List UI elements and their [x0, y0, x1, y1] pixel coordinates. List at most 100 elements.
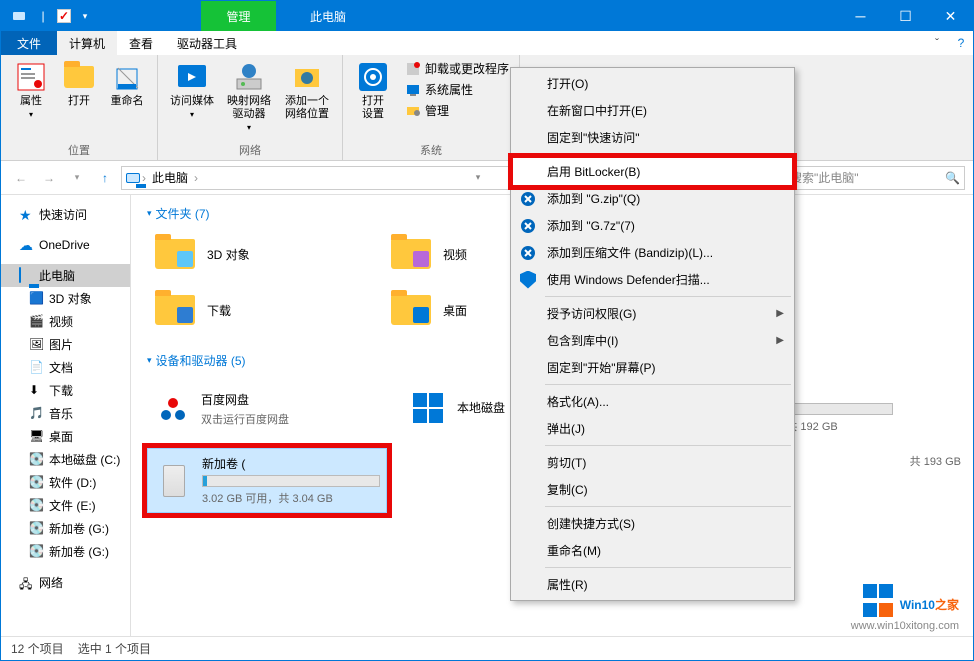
status-bar: 12 个项目 选中 1 个项目: [1, 636, 973, 660]
tree-item-icon: 🎬: [29, 314, 45, 330]
tree-item-icon: 💽: [29, 498, 45, 514]
back-button[interactable]: ←: [9, 166, 33, 190]
pc-icon: [19, 268, 35, 284]
tree-quick-access[interactable]: ★快速访问: [1, 203, 130, 226]
windows-logo-icon: [863, 584, 893, 620]
tree-network[interactable]: 🖧网络: [1, 571, 130, 594]
tree-item[interactable]: 💽新加卷 (G:): [1, 540, 130, 563]
help-icon[interactable]: ?: [949, 31, 973, 55]
menu-item[interactable]: 剪切(T): [513, 449, 792, 476]
drive-icon: [154, 461, 194, 501]
menu-item[interactable]: 启用 BitLocker(B): [513, 158, 792, 185]
history-dropdown-icon[interactable]: ▾: [65, 166, 89, 190]
tree-item-icon: 📄: [29, 360, 45, 376]
manage-button[interactable]: 管理: [403, 101, 511, 120]
explorer-body: ★快速访问 ☁OneDrive 此电脑 🟦3D 对象🎬视频🖼图片📄文档⬇下载🎵音…: [1, 195, 973, 637]
tab-file[interactable]: 文件: [1, 31, 57, 55]
open-button[interactable]: 打开: [57, 59, 101, 110]
tree-item[interactable]: 💽新加卷 (G:): [1, 517, 130, 540]
qat-dropdown-icon[interactable]: ▾: [75, 6, 95, 26]
tree-item[interactable]: 💽软件 (D:): [1, 471, 130, 494]
chevron-right-icon[interactable]: ›: [142, 171, 146, 185]
maximize-button[interactable]: ☐: [883, 1, 928, 31]
tree-item[interactable]: 💽文件 (E:): [1, 494, 130, 517]
breadcrumb-root[interactable]: 此电脑: [148, 169, 192, 186]
folder-item[interactable]: 下载: [147, 286, 367, 334]
menu-item[interactable]: 包含到库中(I)▶: [513, 327, 792, 354]
ribbon-tabs: 文件 计算机 查看 驱动器工具 ˇ ?: [1, 31, 973, 55]
shield-icon: [519, 271, 537, 289]
menu-item[interactable]: 格式化(A)...: [513, 388, 792, 415]
menu-item[interactable]: 固定到"开始"屏幕(P): [513, 354, 792, 381]
tree-item[interactable]: 📄文档: [1, 356, 130, 379]
address-bar: ← → ▾ ↑ › 此电脑 › ▾ ↻ 搜索"此电脑" 🔍: [1, 161, 973, 195]
tree-item-icon: 💽: [29, 452, 45, 468]
menu-item[interactable]: 属性(R): [513, 571, 792, 598]
menu-item[interactable]: 打开(O): [513, 70, 792, 97]
menu-separator: [545, 154, 791, 155]
tree-item[interactable]: 🖼图片: [1, 333, 130, 356]
drive-icon: [409, 389, 449, 429]
menu-item[interactable]: 重命名(M): [513, 537, 792, 564]
tree-onedrive[interactable]: ☁OneDrive: [1, 234, 130, 256]
tree-this-pc[interactable]: 此电脑: [1, 264, 130, 287]
qat-checkbox-icon[interactable]: ✓: [57, 9, 71, 23]
quick-access-toolbar: | ✓ ▾: [9, 6, 95, 26]
menu-item[interactable]: 在新窗口中打开(E): [513, 97, 792, 124]
folder-item[interactable]: 3D 对象: [147, 230, 367, 278]
add-network-location-button[interactable]: 添加一个 网络位置: [280, 59, 334, 123]
tree-item-icon: ⬇: [29, 383, 45, 399]
network-icon: 🖧: [19, 575, 35, 591]
tab-view[interactable]: 查看: [117, 31, 165, 55]
uninstall-button[interactable]: 卸载或更改程序: [403, 59, 511, 78]
chevron-down-icon: ▾: [147, 355, 152, 366]
tree-item[interactable]: ⬇下载: [1, 379, 130, 402]
drive-item[interactable]: 新加卷 (3.02 GB 可用，共 3.04 GB: [147, 448, 387, 513]
chevron-right-icon: ▶: [776, 335, 784, 346]
chevron-right-icon[interactable]: ›: [194, 171, 198, 185]
up-button[interactable]: ↑: [93, 166, 117, 190]
ribbon-collapse-icon[interactable]: ˇ: [925, 31, 949, 55]
menu-separator: [545, 445, 791, 446]
tab-drive-tools[interactable]: 驱动器工具: [165, 31, 249, 55]
menu-item[interactable]: 授予访问权限(G)▶: [513, 300, 792, 327]
app-icon: [9, 6, 29, 26]
tab-computer[interactable]: 计算机: [57, 31, 117, 55]
dropdown-icon[interactable]: ▾: [472, 172, 485, 183]
folder-icon: [151, 290, 199, 330]
tree-item-icon: 💽: [29, 521, 45, 537]
contextual-tab-label[interactable]: 管理: [201, 1, 276, 31]
watermark-logo: Win10之家 www.win10xitong.com: [851, 584, 959, 632]
close-button[interactable]: ✕: [928, 1, 973, 31]
menu-item[interactable]: 弹出(J): [513, 415, 792, 442]
menu-item[interactable]: 添加到 "G.zip"(Q): [513, 185, 792, 212]
tree-item[interactable]: 🖥桌面: [1, 425, 130, 448]
menu-item[interactable]: 使用 Windows Defender扫描...: [513, 266, 792, 293]
search-input[interactable]: 搜索"此电脑" 🔍: [785, 166, 965, 190]
menu-item[interactable]: 添加到 "G.7z"(7): [513, 212, 792, 239]
tree-item-icon: 🟦: [29, 291, 45, 307]
menu-item[interactable]: 创建快捷方式(S): [513, 510, 792, 537]
tree-item[interactable]: 🎬视频: [1, 310, 130, 333]
menu-item[interactable]: 添加到压缩文件 (Bandizip)(L)...: [513, 239, 792, 266]
tree-item[interactable]: 🟦3D 对象: [1, 287, 130, 310]
rename-button[interactable]: 重命名: [105, 59, 149, 110]
access-media-button[interactable]: 访问媒体▾: [166, 59, 218, 121]
forward-button[interactable]: →: [37, 166, 61, 190]
menu-separator: [545, 506, 791, 507]
folder-icon: [151, 234, 199, 274]
bandizip-icon: [519, 190, 537, 208]
search-icon[interactable]: 🔍: [945, 171, 960, 185]
pc-icon: [126, 173, 140, 183]
menu-item[interactable]: 复制(C): [513, 476, 792, 503]
open-settings-button[interactable]: 打开 设置: [351, 59, 395, 123]
properties-button[interactable]: 属性▾: [9, 59, 53, 121]
menu-separator: [545, 384, 791, 385]
system-properties-button[interactable]: 系统属性: [403, 80, 511, 99]
drive-item[interactable]: 百度网盘双击运行百度网盘: [147, 377, 387, 440]
tree-item[interactable]: 🎵音乐: [1, 402, 130, 425]
map-drive-button[interactable]: 映射网络 驱动器▾: [222, 59, 276, 134]
menu-item[interactable]: 固定到"快速访问": [513, 124, 792, 151]
minimize-button[interactable]: ─: [838, 1, 883, 31]
tree-item[interactable]: 💽本地磁盘 (C:): [1, 448, 130, 471]
